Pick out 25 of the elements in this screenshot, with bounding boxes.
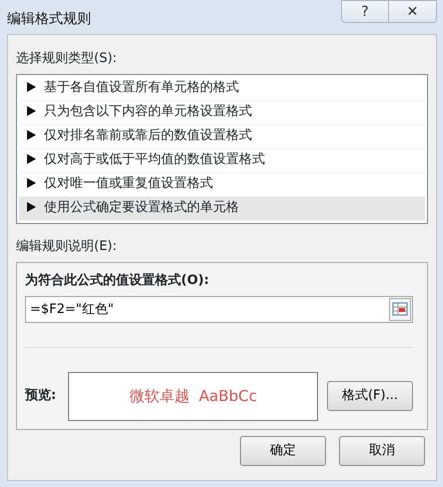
formula-label: 为符合此公式的值设置格式(O):	[25, 272, 210, 290]
section-label: 选择规则类型(S):	[16, 50, 117, 68]
rule-type-item[interactable]: 使用公式确定要设置格式的单元格	[19, 196, 425, 220]
window-title: 编辑格式规则	[7, 10, 91, 29]
preview-label: 预览:	[25, 387, 56, 406]
expand-arrow-icon	[27, 129, 36, 143]
close-button[interactable]: ✕	[389, 0, 437, 23]
expand-arrow-icon	[27, 105, 36, 119]
help-button[interactable]: ?	[341, 0, 389, 23]
expand-arrow-icon	[27, 81, 36, 95]
rule-type-item[interactable]: 基于各自值设置所有单元格的格式	[19, 76, 425, 100]
formula-field[interactable]: =$F2="红色"	[25, 296, 413, 322]
ok-button[interactable]: 确定	[240, 436, 326, 466]
grid-icon	[392, 301, 408, 317]
rule-type-item[interactable]: 只为包含以下内容的单元格设置格式	[19, 100, 425, 124]
format-button[interactable]: 格式(F)...	[327, 381, 413, 411]
rule-type-item[interactable]: 仅对排名靠前或靠后的数值设置格式	[19, 124, 425, 148]
expand-arrow-icon	[27, 153, 36, 167]
cancel-button[interactable]: 取消	[338, 436, 425, 466]
expand-arrow-icon	[27, 201, 36, 215]
preview-text: 微软卓越 AaBbCc	[129, 386, 257, 407]
rule-type-item[interactable]: 仅对高于或低于平均值的数值设置格式	[19, 148, 425, 172]
section-label: 编辑规则说明(E):	[16, 238, 117, 256]
range-picker-button[interactable]	[389, 298, 411, 320]
expand-arrow-icon	[27, 177, 36, 191]
